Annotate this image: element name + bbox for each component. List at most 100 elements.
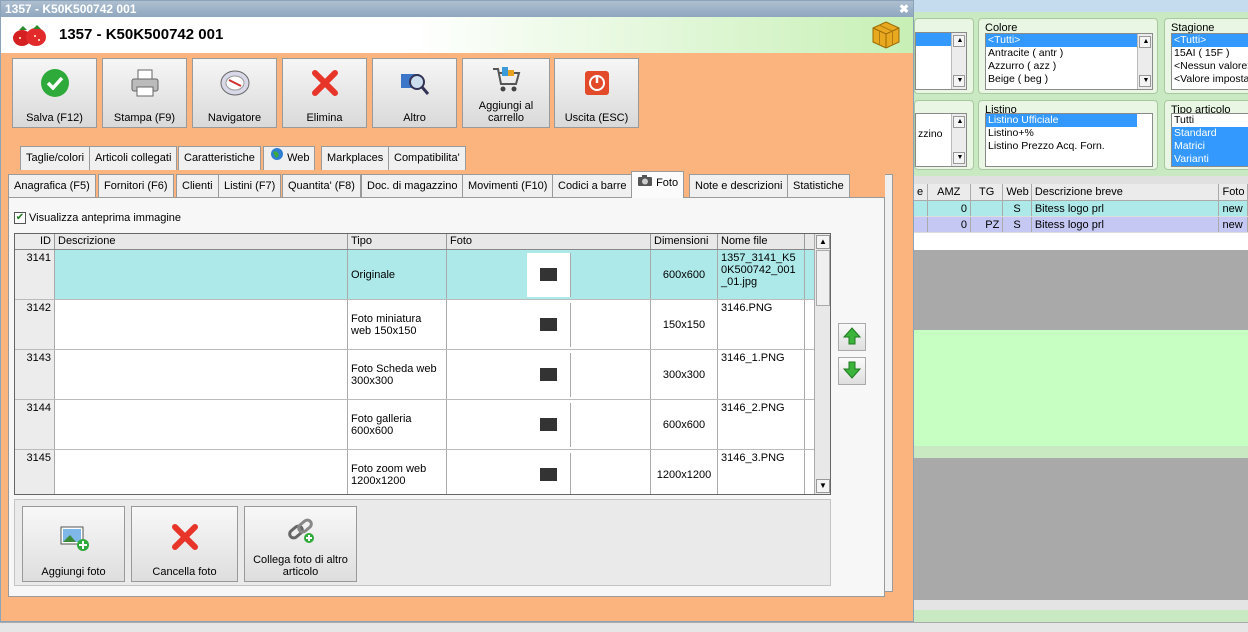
cell-foto: [447, 350, 651, 399]
navigator-button[interactable]: Navigatore: [192, 58, 277, 128]
link-photo-button[interactable]: Collega foto di altro articolo: [244, 506, 357, 582]
listino-panel: Listino Listino Ufficiale Listino+% List…: [978, 100, 1158, 170]
window-title: 1357 - K50K500742 001: [5, 2, 137, 16]
print-button-label: Stampa (F9): [113, 112, 176, 124]
col-header-foto[interactable]: Foto: [447, 234, 651, 249]
col-header-nome-file[interactable]: Nome file: [718, 234, 805, 249]
other-button[interactable]: Altro: [372, 58, 457, 128]
col-header-tipo[interactable]: Tipo: [348, 234, 447, 249]
exit-button[interactable]: Uscita (ESC): [554, 58, 639, 128]
tipo-articolo-item[interactable]: Standard: [1172, 127, 1248, 140]
bg-col-header[interactable]: Web: [1003, 184, 1032, 200]
col-header-id[interactable]: ID: [15, 234, 55, 249]
tab-web[interactable]: Web: [263, 146, 316, 170]
tab-anagrafica[interactable]: Anagrafica (F5): [8, 174, 96, 198]
tab-markplaces[interactable]: Markplaces: [321, 146, 390, 170]
bg-list-left-top[interactable]: ▲ ▼: [915, 32, 967, 90]
col-header-descrizione[interactable]: Descrizione: [55, 234, 348, 249]
page-title: 1357 - K50K500742 001: [59, 26, 224, 43]
link-icon: [285, 516, 317, 549]
bg-cell: 0: [928, 217, 972, 232]
tab-clienti[interactable]: Clienti: [176, 174, 219, 198]
tab-fornitori[interactable]: Fornitori (F6): [98, 174, 174, 198]
col-header-dimensioni[interactable]: Dimensioni: [651, 234, 718, 249]
tab-note-descrizioni[interactable]: Note e descrizioni: [689, 174, 789, 198]
save-button[interactable]: Salva (F12): [12, 58, 97, 128]
add-photo-button[interactable]: Aggiungi foto: [22, 506, 125, 582]
stagione-item[interactable]: <Valore impostato>: [1172, 73, 1248, 86]
bg-cell: S: [1003, 201, 1032, 216]
tab-statistiche[interactable]: Statistiche: [787, 174, 850, 198]
colore-item[interactable]: Beige ( beg ): [986, 73, 1152, 86]
grid-header-row: ID Descrizione Tipo Foto Dimensioni Nome…: [15, 234, 830, 250]
cell-nome-file: 3146.PNG: [718, 300, 805, 349]
tab-codici-a-barre[interactable]: Codici a barre: [552, 174, 633, 198]
tab-doc-magazzino[interactable]: Doc. di magazzino: [361, 174, 464, 198]
add-to-cart-button[interactable]: Aggiungi al carrello: [462, 58, 550, 128]
tab-movimenti[interactable]: Movimenti (F10): [462, 174, 554, 198]
colore-item[interactable]: <Tutti>: [986, 34, 1152, 47]
photo-thumbnail[interactable]: [526, 352, 571, 397]
table-row[interactable]: 3144 Foto galleria 600x600 600x600 3146_…: [15, 400, 830, 450]
stagione-item[interactable]: 15AI ( 15F ): [1172, 47, 1248, 60]
tab-quantita[interactable]: Quantita' (F8): [282, 174, 361, 198]
photo-grid: ID Descrizione Tipo Foto Dimensioni Nome…: [14, 233, 831, 495]
bg-col-header[interactable]: Descrizione breve: [1032, 184, 1220, 200]
tab-listini[interactable]: Listini (F7): [218, 174, 282, 198]
bg-col-header[interactable]: TG: [971, 184, 1004, 200]
bg-cell: 0: [928, 201, 972, 216]
tipo-articolo-item[interactable]: Tutti: [1172, 114, 1248, 127]
tab-articoli-collegati[interactable]: Articoli collegati: [89, 146, 178, 170]
checkbox-checked-icon[interactable]: ✔: [14, 212, 26, 224]
scroll-down-icon[interactable]: ▼: [816, 479, 830, 493]
window-titlebar[interactable]: 1357 - K50K500742 001 ✖: [1, 1, 913, 17]
close-icon[interactable]: ✖: [899, 1, 909, 17]
bg-col-header[interactable]: e: [914, 184, 928, 200]
camera-icon: [637, 172, 653, 194]
scroll-up-icon[interactable]: ▲: [816, 235, 830, 249]
print-button[interactable]: Stampa (F9): [102, 58, 187, 128]
listino-item[interactable]: Listino Ufficiale: [986, 114, 1137, 127]
tab-taglie-colori[interactable]: Taglie/colori: [20, 146, 91, 170]
scroll-thumb[interactable]: [816, 250, 830, 306]
table-row[interactable]: 3141 Originale 600x600 1357_3141_K50K500…: [15, 250, 830, 300]
bg-col-header[interactable]: Foto: [1219, 184, 1248, 200]
delete-button[interactable]: Elimina: [282, 58, 367, 128]
listino-item[interactable]: Listino+%: [986, 127, 1152, 140]
bg-table-row[interactable]: 0 S Bitess logo prl new: [914, 201, 1248, 217]
photo-thumbnail[interactable]: [526, 402, 571, 447]
table-row[interactable]: 3145 Foto zoom web 1200x1200 1200x1200 3…: [15, 450, 830, 494]
tipo-articolo-item[interactable]: Varianti: [1172, 153, 1248, 166]
bg-col-header[interactable]: AMZ: [928, 184, 972, 200]
tipo-articolo-list[interactable]: Tutti Standard Matrici Varianti: [1171, 113, 1248, 167]
delete-photo-button[interactable]: Cancella foto: [131, 506, 238, 582]
exit-icon: [582, 68, 612, 101]
colore-item[interactable]: Azzurro ( azz ): [986, 60, 1152, 73]
tab-compatibilita[interactable]: Compatibilita': [388, 146, 466, 170]
listino-item[interactable]: Listino Prezzo Acq. Forn.: [986, 140, 1152, 153]
move-up-button[interactable]: [838, 323, 866, 351]
move-down-button[interactable]: [838, 357, 866, 385]
preview-checkbox[interactable]: ✔ Visualizza anteprima immagine: [14, 212, 181, 224]
colore-list[interactable]: <Tutti> Antracite ( antr ) Azzurro ( azz…: [985, 33, 1153, 90]
photo-thumbnail[interactable]: [526, 252, 571, 297]
colore-item[interactable]: Antracite ( antr ): [986, 47, 1152, 60]
listino-list[interactable]: Listino Ufficiale Listino+% Listino Prez…: [985, 113, 1153, 167]
grid-scrollbar[interactable]: ▲ ▼: [814, 234, 830, 494]
photo-thumbnail[interactable]: [526, 452, 571, 494]
table-row[interactable]: 3142 Foto miniatura web 150x150 150x150 …: [15, 300, 830, 350]
stagione-item[interactable]: <Tutti>: [1172, 34, 1248, 47]
tab-caratteristiche[interactable]: Caratteristiche: [178, 146, 261, 170]
tipo-articolo-item[interactable]: Matrici: [1172, 140, 1248, 153]
stagione-item[interactable]: <Nessun valore>: [1172, 60, 1248, 73]
cell-nome-file: 3146_1.PNG: [718, 350, 805, 399]
photo-thumbnail[interactable]: [526, 302, 571, 347]
table-row[interactable]: 3143 Foto Scheda web 300x300 300x300 314…: [15, 350, 830, 400]
tab-foto[interactable]: Foto: [631, 171, 685, 198]
add-to-cart-button-label: Aggiungi al carrello: [478, 100, 534, 124]
bg-table-row[interactable]: 0 PZ S Bitess logo prl new: [914, 217, 1248, 233]
cell-descrizione: [55, 450, 348, 494]
bg-list-left-mid[interactable]: zzino ▲ ▼: [915, 113, 967, 167]
tab-foto-label: Foto: [656, 177, 679, 189]
stagione-list[interactable]: <Tutti> 15AI ( 15F ) <Nessun valore> <Va…: [1171, 33, 1248, 90]
